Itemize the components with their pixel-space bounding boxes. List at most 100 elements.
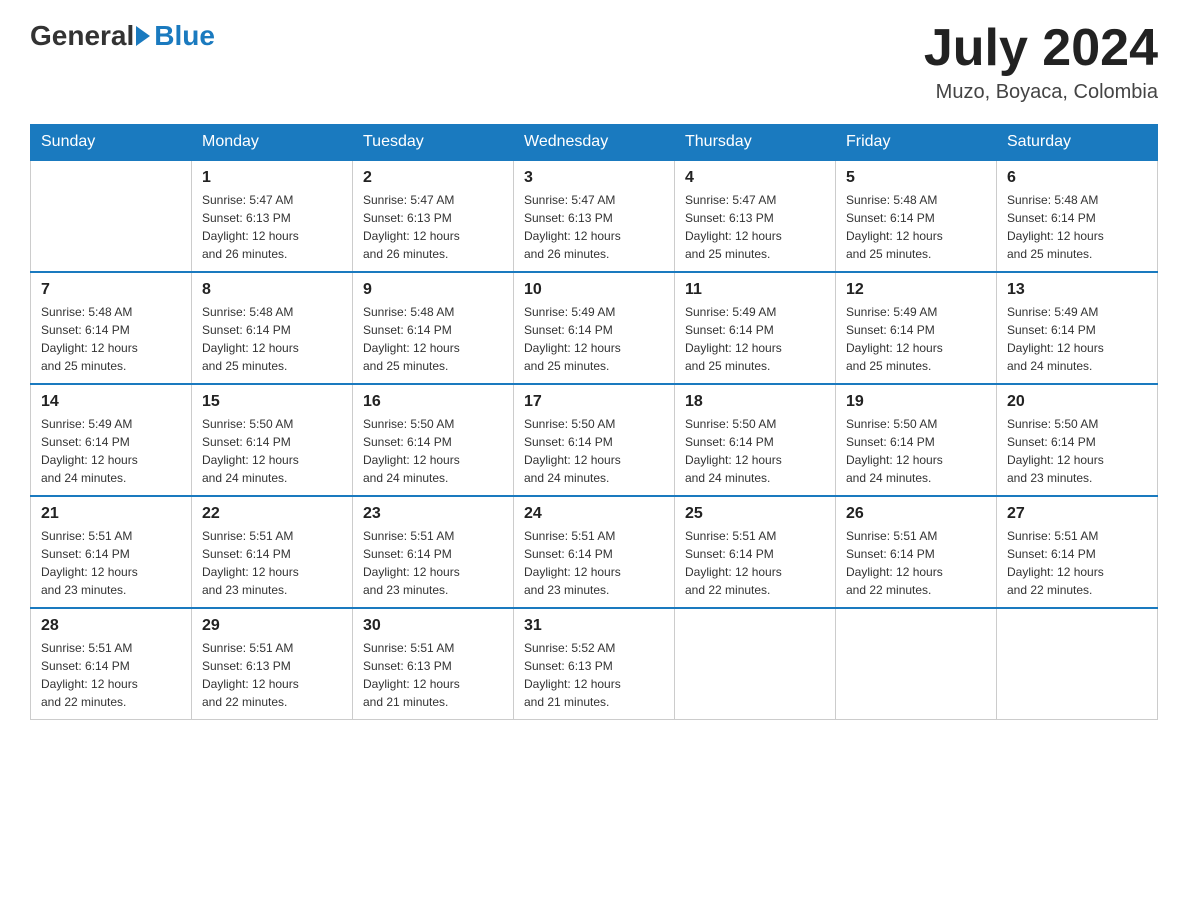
calendar-cell: 3 Sunrise: 5:47 AM Sunset: 6:13 PM Daylig… <box>514 160 675 272</box>
day-info: Sunrise: 5:51 AM Sunset: 6:14 PM Dayligh… <box>846 527 986 599</box>
calendar-cell: 11Sunrise: 5:49 AM Sunset: 6:14 PM Dayli… <box>675 272 836 384</box>
day-info: Sunrise: 5:51 AM Sunset: 6:14 PM Dayligh… <box>41 639 181 711</box>
calendar-cell <box>31 160 192 272</box>
day-info: Sunrise: 5:50 AM Sunset: 6:14 PM Dayligh… <box>846 415 986 487</box>
calendar-cell: 30 Sunrise: 5:51 AM Sunset: 6:13 PM Dayli… <box>353 608 514 720</box>
day-info: Sunrise: 5:51 AM Sunset: 6:13 PM Dayligh… <box>202 639 342 711</box>
calendar-cell: 15 Sunrise: 5:50 AM Sunset: 6:14 PM Dayli… <box>192 384 353 496</box>
calendar-cell: 13 Sunrise: 5:49 AM Sunset: 6:14 PM Dayli… <box>997 272 1158 384</box>
day-info: Sunrise: 5:50 AM Sunset: 6:14 PM Dayligh… <box>685 415 825 487</box>
calendar-header-row: SundayMondayTuesdayWednesdayThursdayFrid… <box>31 125 1158 161</box>
logo-arrow-icon <box>136 26 150 46</box>
day-info: Sunrise: 5:49 AM Sunset: 6:14 PM Dayligh… <box>41 415 181 487</box>
day-number: 9 <box>363 281 503 299</box>
day-info: Sunrise: 5:49 AM Sunset: 6:14 PM Dayligh… <box>1007 303 1147 375</box>
calendar-cell: 31Sunrise: 5:52 AM Sunset: 6:13 PM Dayli… <box>514 608 675 720</box>
calendar-cell: 14 Sunrise: 5:49 AM Sunset: 6:14 PM Dayli… <box>31 384 192 496</box>
day-info: Sunrise: 5:48 AM Sunset: 6:14 PM Dayligh… <box>363 303 503 375</box>
day-number: 31 <box>524 617 664 635</box>
day-header-tuesday: Tuesday <box>353 125 514 161</box>
calendar-table: SundayMondayTuesdayWednesdayThursdayFrid… <box>30 124 1158 720</box>
day-info: Sunrise: 5:48 AM Sunset: 6:14 PM Dayligh… <box>846 191 986 263</box>
logo-blue: Blue <box>154 20 215 52</box>
logo-general: General <box>30 20 134 52</box>
day-info: Sunrise: 5:48 AM Sunset: 6:14 PM Dayligh… <box>202 303 342 375</box>
day-header-sunday: Sunday <box>31 125 192 161</box>
day-info: Sunrise: 5:47 AM Sunset: 6:13 PM Dayligh… <box>363 191 503 263</box>
day-info: Sunrise: 5:49 AM Sunset: 6:14 PM Dayligh… <box>846 303 986 375</box>
calendar-cell: 19 Sunrise: 5:50 AM Sunset: 6:14 PM Dayli… <box>836 384 997 496</box>
day-number: 29 <box>202 617 342 635</box>
day-number: 12 <box>846 281 986 299</box>
calendar-cell: 4 Sunrise: 5:47 AM Sunset: 6:13 PM Daylig… <box>675 160 836 272</box>
logo-text: General Blue <box>30 20 215 52</box>
calendar-cell: 22Sunrise: 5:51 AM Sunset: 6:14 PM Dayli… <box>192 496 353 608</box>
day-number: 8 <box>202 281 342 299</box>
calendar-week-3: 14 Sunrise: 5:49 AM Sunset: 6:14 PM Dayli… <box>31 384 1158 496</box>
day-header-saturday: Saturday <box>997 125 1158 161</box>
day-number: 17 <box>524 393 664 411</box>
day-number: 27 <box>1007 505 1147 523</box>
logo-blue-part: Blue <box>134 20 215 52</box>
day-info: Sunrise: 5:50 AM Sunset: 6:14 PM Dayligh… <box>202 415 342 487</box>
day-info: Sunrise: 5:49 AM Sunset: 6:14 PM Dayligh… <box>685 303 825 375</box>
calendar-cell: 24 Sunrise: 5:51 AM Sunset: 6:14 PM Dayli… <box>514 496 675 608</box>
calendar-cell: 27 Sunrise: 5:51 AM Sunset: 6:14 PM Dayli… <box>997 496 1158 608</box>
day-number: 24 <box>524 505 664 523</box>
day-number: 21 <box>41 505 181 523</box>
calendar-cell: 23Sunrise: 5:51 AM Sunset: 6:14 PM Dayli… <box>353 496 514 608</box>
calendar-cell: 25 Sunrise: 5:51 AM Sunset: 6:14 PM Dayli… <box>675 496 836 608</box>
day-info: Sunrise: 5:51 AM Sunset: 6:14 PM Dayligh… <box>524 527 664 599</box>
calendar-cell: 6 Sunrise: 5:48 AM Sunset: 6:14 PM Daylig… <box>997 160 1158 272</box>
day-number: 2 <box>363 169 503 187</box>
day-number: 10 <box>524 281 664 299</box>
day-info: Sunrise: 5:48 AM Sunset: 6:14 PM Dayligh… <box>1007 191 1147 263</box>
calendar-cell: 9 Sunrise: 5:48 AM Sunset: 6:14 PM Daylig… <box>353 272 514 384</box>
day-header-wednesday: Wednesday <box>514 125 675 161</box>
calendar-cell: 7 Sunrise: 5:48 AM Sunset: 6:14 PM Daylig… <box>31 272 192 384</box>
calendar-cell: 5 Sunrise: 5:48 AM Sunset: 6:14 PM Daylig… <box>836 160 997 272</box>
day-info: Sunrise: 5:48 AM Sunset: 6:14 PM Dayligh… <box>41 303 181 375</box>
day-info: Sunrise: 5:47 AM Sunset: 6:13 PM Dayligh… <box>524 191 664 263</box>
calendar-cell: 26Sunrise: 5:51 AM Sunset: 6:14 PM Dayli… <box>836 496 997 608</box>
day-info: Sunrise: 5:50 AM Sunset: 6:14 PM Dayligh… <box>1007 415 1147 487</box>
calendar-cell: 28Sunrise: 5:51 AM Sunset: 6:14 PM Dayli… <box>31 608 192 720</box>
day-number: 15 <box>202 393 342 411</box>
calendar-cell: 17Sunrise: 5:50 AM Sunset: 6:14 PM Dayli… <box>514 384 675 496</box>
day-number: 19 <box>846 393 986 411</box>
day-info: Sunrise: 5:51 AM Sunset: 6:14 PM Dayligh… <box>685 527 825 599</box>
day-info: Sunrise: 5:50 AM Sunset: 6:14 PM Dayligh… <box>363 415 503 487</box>
logo: General Blue <box>30 20 215 52</box>
day-info: Sunrise: 5:51 AM Sunset: 6:13 PM Dayligh… <box>363 639 503 711</box>
day-number: 13 <box>1007 281 1147 299</box>
day-header-monday: Monday <box>192 125 353 161</box>
calendar-cell: 12 Sunrise: 5:49 AM Sunset: 6:14 PM Dayli… <box>836 272 997 384</box>
calendar-cell <box>675 608 836 720</box>
day-number: 7 <box>41 281 181 299</box>
calendar-cell: 18 Sunrise: 5:50 AM Sunset: 6:14 PM Dayli… <box>675 384 836 496</box>
day-header-thursday: Thursday <box>675 125 836 161</box>
day-info: Sunrise: 5:51 AM Sunset: 6:14 PM Dayligh… <box>202 527 342 599</box>
day-number: 5 <box>846 169 986 187</box>
day-number: 4 <box>685 169 825 187</box>
calendar-cell: 1Sunrise: 5:47 AM Sunset: 6:13 PM Daylig… <box>192 160 353 272</box>
day-number: 25 <box>685 505 825 523</box>
day-header-friday: Friday <box>836 125 997 161</box>
location: Muzo, Boyaca, Colombia <box>924 81 1158 104</box>
day-number: 23 <box>363 505 503 523</box>
calendar-week-4: 21 Sunrise: 5:51 AM Sunset: 6:14 PM Dayli… <box>31 496 1158 608</box>
calendar-cell: 20Sunrise: 5:50 AM Sunset: 6:14 PM Dayli… <box>997 384 1158 496</box>
day-info: Sunrise: 5:49 AM Sunset: 6:14 PM Dayligh… <box>524 303 664 375</box>
day-info: Sunrise: 5:51 AM Sunset: 6:14 PM Dayligh… <box>41 527 181 599</box>
calendar-cell: 8 Sunrise: 5:48 AM Sunset: 6:14 PM Daylig… <box>192 272 353 384</box>
calendar-cell: 16Sunrise: 5:50 AM Sunset: 6:14 PM Dayli… <box>353 384 514 496</box>
day-number: 18 <box>685 393 825 411</box>
day-number: 3 <box>524 169 664 187</box>
calendar-week-1: 1Sunrise: 5:47 AM Sunset: 6:13 PM Daylig… <box>31 160 1158 272</box>
day-info: Sunrise: 5:51 AM Sunset: 6:14 PM Dayligh… <box>1007 527 1147 599</box>
day-number: 30 <box>363 617 503 635</box>
calendar-cell <box>997 608 1158 720</box>
day-number: 14 <box>41 393 181 411</box>
day-number: 6 <box>1007 169 1147 187</box>
day-info: Sunrise: 5:47 AM Sunset: 6:13 PM Dayligh… <box>685 191 825 263</box>
